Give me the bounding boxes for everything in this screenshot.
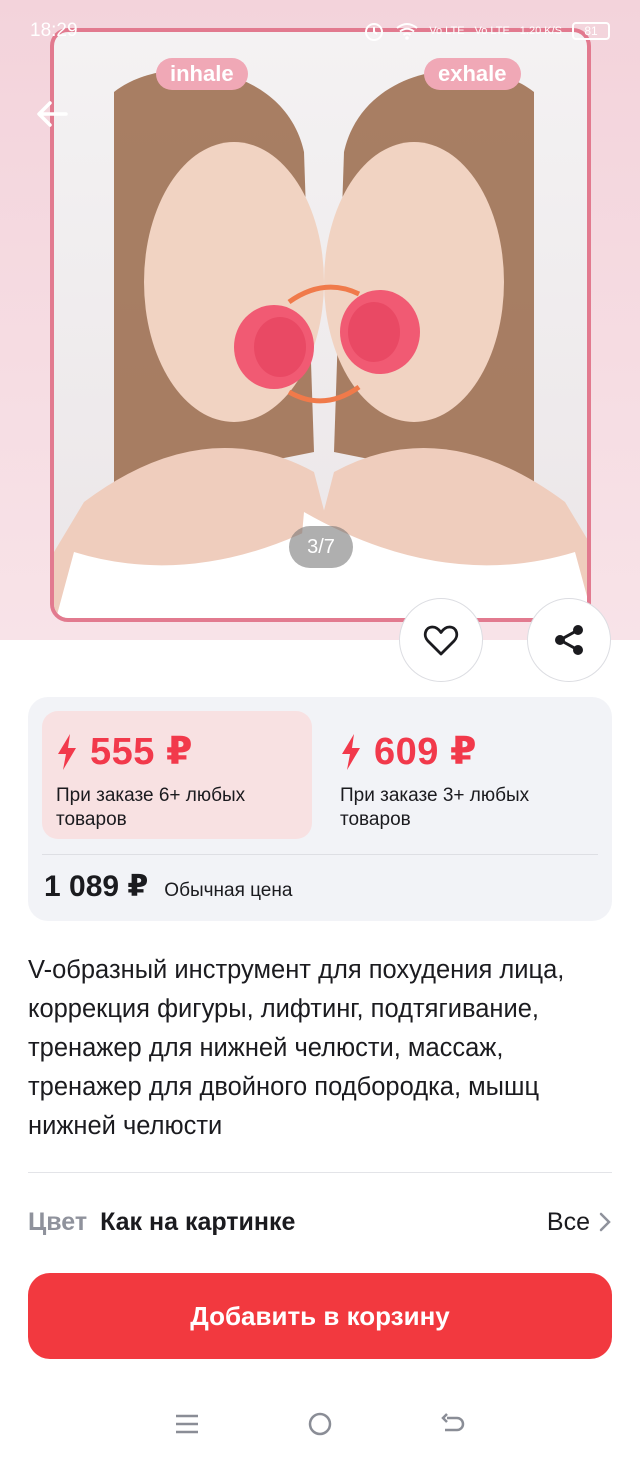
tier-price: 555 ₽ <box>90 731 193 773</box>
price-divider <box>42 854 598 855</box>
lightning-icon <box>58 733 76 770</box>
color-variant-row[interactable]: Цвет Как на картинке Все <box>28 1200 612 1244</box>
network-label-2: Vo LTE <box>474 25 510 37</box>
section-divider <box>28 1172 612 1173</box>
tier-price: 609 ₽ <box>374 731 477 773</box>
status-bar: 18:29 Vo LTE Vo LTE 1.20 K/S 81 <box>0 0 640 62</box>
home-circle-icon[interactable] <box>306 1410 334 1438</box>
share-button[interactable] <box>527 598 611 682</box>
back-arrow-icon <box>37 101 68 127</box>
back-nav-icon[interactable] <box>439 1412 467 1436</box>
wifi-icon <box>396 23 418 40</box>
battery-icon: 81 <box>572 22 610 40</box>
product-image-gallery[interactable]: inhale exhale 3/7 <box>0 0 640 640</box>
price-tier-6-items[interactable]: 555 ₽ При заказе 6+ любых товаров <box>42 711 312 839</box>
inhale-label: inhale <box>156 58 248 90</box>
price-tier-3-items[interactable]: 609 ₽ При заказе 3+ любых товаров <box>326 711 596 839</box>
add-to-cart-button[interactable]: Добавить в корзину <box>28 1273 612 1359</box>
tier-note: При заказе 3+ любых товаров <box>340 785 530 830</box>
chevron-right-icon <box>599 1212 611 1232</box>
exhale-label: exhale <box>424 58 521 90</box>
color-label: Цвет <box>28 1207 88 1236</box>
tier-note: При заказе 6+ любых товаров <box>56 785 246 830</box>
color-value: Как на картинке <box>100 1207 296 1236</box>
lightning-icon <box>342 733 360 770</box>
network-speed: 1.20 K/S <box>519 25 562 37</box>
gallery-counter: 3/7 <box>289 526 353 568</box>
menu-icon[interactable] <box>173 1412 201 1436</box>
price-card: 555 ₽ При заказе 6+ любых товаров 609 ₽ … <box>28 697 612 921</box>
network-label-1: Vo LTE <box>429 25 465 37</box>
product-title: V-образный инструмент для похудения лица… <box>28 956 565 1140</box>
heart-icon <box>423 625 459 656</box>
regular-price-label: Обычная цена <box>164 880 293 901</box>
status-time: 18:29 <box>30 20 78 41</box>
status-icons: Vo LTE Vo LTE 1.20 K/S 81 <box>363 20 610 42</box>
all-variants-link[interactable]: Все <box>547 1208 612 1237</box>
regular-price: 1 089 ₽ <box>44 870 149 903</box>
favorite-button[interactable] <box>399 598 483 682</box>
system-navigation-bar <box>0 1390 640 1458</box>
regular-price-row: 1 089 ₽ Обычная цена <box>44 869 292 904</box>
share-icon <box>555 625 583 655</box>
all-variants-label: Все <box>546 1207 590 1236</box>
alarm-icon <box>365 23 384 41</box>
back-button[interactable] <box>30 92 74 136</box>
